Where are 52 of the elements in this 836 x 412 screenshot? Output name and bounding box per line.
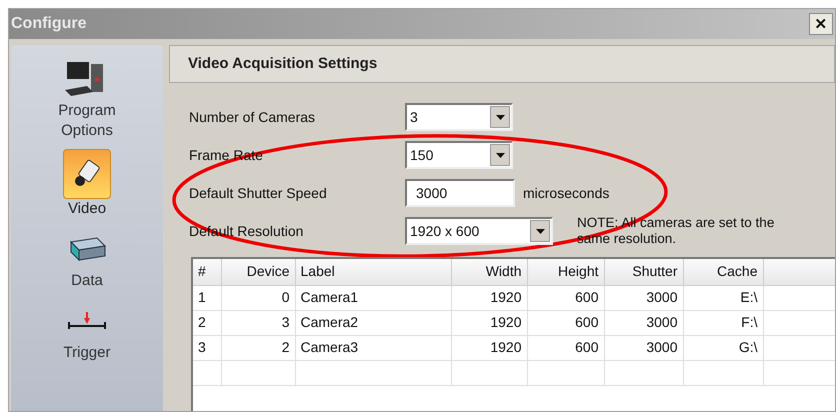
table-cell: F:\	[683, 310, 763, 335]
sidebar-item[interactable]: Data	[27, 225, 147, 293]
panel-title: Video Acquisition Settings	[188, 54, 378, 74]
column-header[interactable]: Shutter	[604, 259, 683, 285]
table-cell: 600	[527, 335, 604, 360]
table-cell: 3	[221, 310, 295, 335]
dropdown[interactable]: 1920 x 600	[405, 217, 553, 245]
unit-label: microseconds	[523, 184, 610, 202]
dropdown-arrow-icon	[496, 152, 504, 158]
table-cell: 3000	[604, 285, 683, 310]
close-button[interactable]: ✕	[809, 13, 833, 35]
column-header[interactable]: #	[193, 259, 221, 285]
column-header[interactable]: Cache	[683, 259, 763, 285]
dropdown[interactable]: 3	[405, 103, 513, 131]
table-cell: 1920	[451, 310, 527, 335]
table-cell: 3000	[604, 310, 683, 335]
trigger-icon	[67, 312, 107, 330]
table-cell: Camera3	[295, 335, 451, 360]
table-cell: 3	[193, 335, 221, 360]
sidebar-label: Data	[70, 271, 104, 291]
camera-icon	[72, 159, 102, 189]
window-title: Configure	[11, 14, 87, 34]
table-cell: 1	[193, 285, 221, 310]
table-cell: 1920	[451, 285, 527, 310]
sidebar-item[interactable]: Video	[27, 147, 147, 221]
column-header[interactable]: Height	[527, 259, 604, 285]
table-cell: 3000	[604, 335, 683, 360]
table-cell: 2	[221, 335, 295, 360]
sidebar-label: Program Options	[57, 101, 117, 141]
table-cell: Camera1	[295, 285, 451, 310]
dropdown-arrow-icon	[536, 228, 544, 234]
dropdown-arrow-icon	[496, 114, 504, 120]
sidebar-label: Trigger	[62, 343, 112, 363]
input-field[interactable]: 3000	[405, 179, 515, 207]
table-cell: 600	[527, 285, 604, 310]
table-cell: 0	[221, 285, 295, 310]
column-header[interactable]: Width	[451, 259, 527, 285]
sidebar-item[interactable]: Program Options	[27, 55, 147, 143]
table-cell: Camera2	[295, 310, 451, 335]
table-cell: G:\	[683, 335, 763, 360]
device-icon	[67, 236, 107, 262]
table-cell: 2	[193, 310, 221, 335]
sidebar-label: Video	[66, 199, 108, 219]
table-cell: 600	[527, 310, 604, 335]
table-cell: 1920	[451, 335, 527, 360]
field-label: Number of Cameras	[189, 108, 316, 124]
column-header[interactable]: Label	[295, 259, 451, 285]
dropdown[interactable]: 150	[405, 141, 513, 169]
sidebar-item[interactable]: Trigger	[27, 297, 147, 365]
table-cell: E:\	[683, 285, 763, 310]
column-header[interactable]: Device	[221, 259, 295, 285]
field-label: Default Shutter Speed	[189, 184, 327, 200]
